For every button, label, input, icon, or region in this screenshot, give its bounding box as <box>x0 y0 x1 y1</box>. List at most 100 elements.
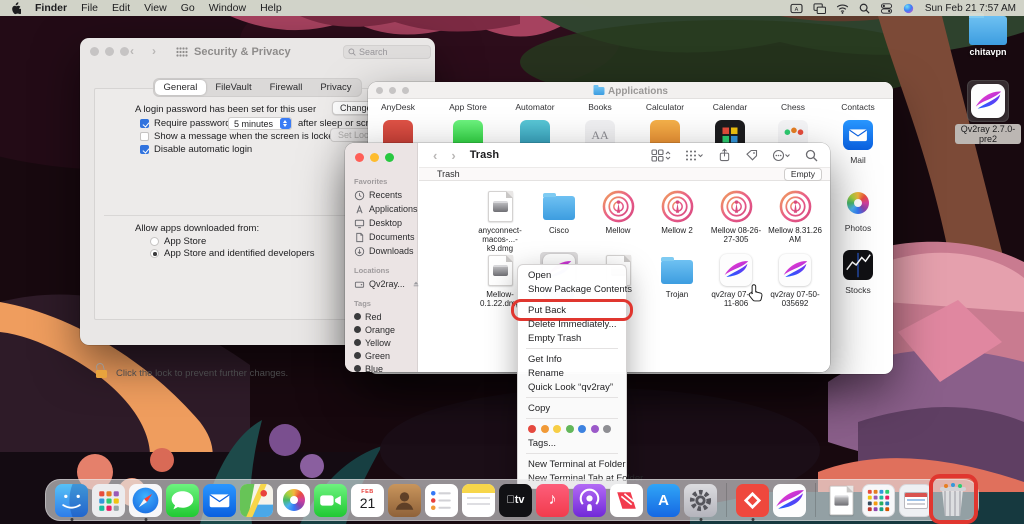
dock-item-dmg-document[interactable] <box>825 484 858 517</box>
tab-filevault[interactable]: FileVault <box>206 80 260 95</box>
spotlight-icon[interactable] <box>859 3 870 14</box>
close-button-icon[interactable] <box>90 47 99 56</box>
dock-item-downloads-stack[interactable] <box>899 484 932 517</box>
zoom-button-icon[interactable] <box>402 87 409 94</box>
menu-item-delete-immediately-[interactable]: Delete Immediately... <box>518 317 626 331</box>
dock-item-contacts[interactable] <box>388 484 421 517</box>
back-icon[interactable]: ‹ <box>433 148 437 163</box>
sidebar-item-qv2ray[interactable]: Qv2ray... <box>345 277 417 291</box>
desktop-icon-qv2ray-2-7-0-pre2[interactable]: Qv2ray 2.7.0-pre2 <box>955 80 1021 147</box>
menubar-item-edit[interactable]: Edit <box>112 2 130 14</box>
sidebar-item-red[interactable]: Red <box>345 310 417 323</box>
minimize-button-icon[interactable] <box>105 47 114 56</box>
require-password-delay-dropdown[interactable]: 5 minutes <box>228 117 292 130</box>
file-item-mellow-8-31-26-am[interactable]: Mellow 8.31.26 AM <box>766 188 824 244</box>
app-item-stocks[interactable]: Stocks <box>826 250 890 295</box>
sidebar-item-applications[interactable]: Applications <box>345 202 417 216</box>
app-label-books[interactable]: Books <box>568 102 632 112</box>
screen-mirroring-icon[interactable] <box>813 3 826 14</box>
desktop-icon-chitavpn[interactable]: chitavpn <box>955 16 1021 57</box>
window-controls[interactable] <box>90 47 129 56</box>
tag-color-dot[interactable] <box>603 425 611 433</box>
dock-item-facetime[interactable] <box>314 484 347 517</box>
forward-icon[interactable]: › <box>451 148 455 163</box>
menubar-item-file[interactable]: File <box>81 2 98 14</box>
dock-item-messages[interactable] <box>166 484 199 517</box>
app-label-calculator[interactable]: Calculator <box>633 102 697 112</box>
menu-item-quick-look-qv2ray-[interactable]: Quick Look “qv2ray” <box>518 380 626 394</box>
tag-color-dot[interactable] <box>553 425 561 433</box>
tab-privacy[interactable]: Privacy <box>311 80 360 95</box>
zoom-button-icon[interactable] <box>385 153 394 162</box>
app-label-chess[interactable]: Chess <box>761 102 825 112</box>
menu-item-rename[interactable]: Rename <box>518 366 626 380</box>
share-icon[interactable] <box>718 148 731 162</box>
dock-item-tv[interactable]: tv <box>499 484 532 517</box>
file-item-cisco[interactable]: Cisco <box>530 188 588 235</box>
disable-auto-login-checkbox[interactable] <box>140 145 149 154</box>
sidebar-item-orange[interactable]: Orange <box>345 323 417 336</box>
dock-item-safari[interactable] <box>129 484 162 517</box>
back-icon[interactable]: ‹ <box>130 44 134 58</box>
zoom-button-icon[interactable] <box>120 47 129 56</box>
require-password-checkbox[interactable] <box>140 119 149 128</box>
sidebar-item-documents[interactable]: Documents <box>345 230 417 244</box>
app-item-photos[interactable]: Photos <box>826 188 890 233</box>
menubar-item-window[interactable]: Window <box>209 2 246 14</box>
file-item-mellow-2[interactable]: Mellow 2 <box>648 188 706 235</box>
icon-size-icon[interactable] <box>651 149 671 162</box>
show-all-grid-icon[interactable] <box>176 47 188 57</box>
more-actions-icon[interactable] <box>772 149 791 162</box>
dock-item-trash[interactable] <box>936 484 969 517</box>
dock-item-podcasts[interactable] <box>573 484 606 517</box>
tag-color-dot[interactable] <box>591 425 599 433</box>
dock-item-app-store[interactable]: A <box>647 484 680 517</box>
sidebar-item-blue[interactable]: Blue <box>345 362 417 372</box>
dock-item-qv2ray[interactable] <box>773 484 806 517</box>
menu-bar-clock[interactable]: Sun Feb 21 7:57 AM <box>925 3 1016 14</box>
tag-icon[interactable] <box>745 149 758 162</box>
apple-menu-icon[interactable] <box>10 2 21 15</box>
menu-item-copy[interactable]: Copy <box>518 401 626 415</box>
menubar-item-view[interactable]: View <box>144 2 167 14</box>
group-by-icon[interactable] <box>685 149 704 162</box>
menu-item-get-info[interactable]: Get Info <box>518 352 626 366</box>
tag-color-dot[interactable] <box>578 425 586 433</box>
window-controls[interactable] <box>355 153 394 162</box>
menubar-item-finder[interactable]: Finder <box>35 2 67 14</box>
app-label-contacts[interactable]: Contacts <box>826 102 890 112</box>
dock-item-notes[interactable] <box>462 484 495 517</box>
tab-firewall[interactable]: Firewall <box>261 80 312 95</box>
dock-item-maps[interactable] <box>240 484 273 517</box>
forward-icon[interactable]: › <box>152 44 156 58</box>
minimize-button-icon[interactable] <box>370 153 379 162</box>
show-message-checkbox[interactable] <box>140 132 149 141</box>
tag-color-dot[interactable] <box>566 425 574 433</box>
search-icon[interactable] <box>805 149 818 162</box>
menu-item-tags-[interactable]: Tags... <box>518 436 626 450</box>
app-label-automator[interactable]: Automator <box>503 102 567 112</box>
unlock-padlock-icon[interactable] <box>96 363 109 378</box>
file-item-mellow-08-26-27-305[interactable]: Mellow 08-26-27-305 <box>707 188 765 244</box>
tag-color-dot[interactable] <box>528 425 536 433</box>
wifi-icon[interactable] <box>836 3 849 14</box>
app-label-calendar[interactable]: Calendar <box>698 102 762 112</box>
menu-item-open[interactable]: Open <box>518 268 626 282</box>
menu-tag-colors[interactable] <box>518 422 626 436</box>
menu-item-put-back[interactable]: Put Back <box>518 303 626 317</box>
menu-item-new-terminal-at-folder[interactable]: New Terminal at Folder <box>518 457 626 471</box>
siri-icon[interactable] <box>903 3 914 14</box>
empty-trash-button[interactable]: Empty <box>784 168 822 181</box>
file-item-mellow[interactable]: Mellow <box>589 188 647 235</box>
radio-identified-developers[interactable] <box>150 249 159 258</box>
dock-item-finder[interactable] <box>55 484 88 517</box>
dock-item-music[interactable]: ♪ <box>536 484 569 517</box>
minimize-button-icon[interactable] <box>389 87 396 94</box>
app-label-app-store[interactable]: App Store <box>436 102 500 112</box>
menu-item-empty-trash[interactable]: Empty Trash <box>518 331 626 345</box>
sidebar-item-yellow[interactable]: Yellow <box>345 336 417 349</box>
sidebar-item-downloads[interactable]: Downloads <box>345 244 417 258</box>
file-item-trojan[interactable]: Trojan <box>648 252 706 299</box>
input-source-icon[interactable]: A <box>790 3 803 14</box>
sidebar-item-green[interactable]: Green <box>345 349 417 362</box>
